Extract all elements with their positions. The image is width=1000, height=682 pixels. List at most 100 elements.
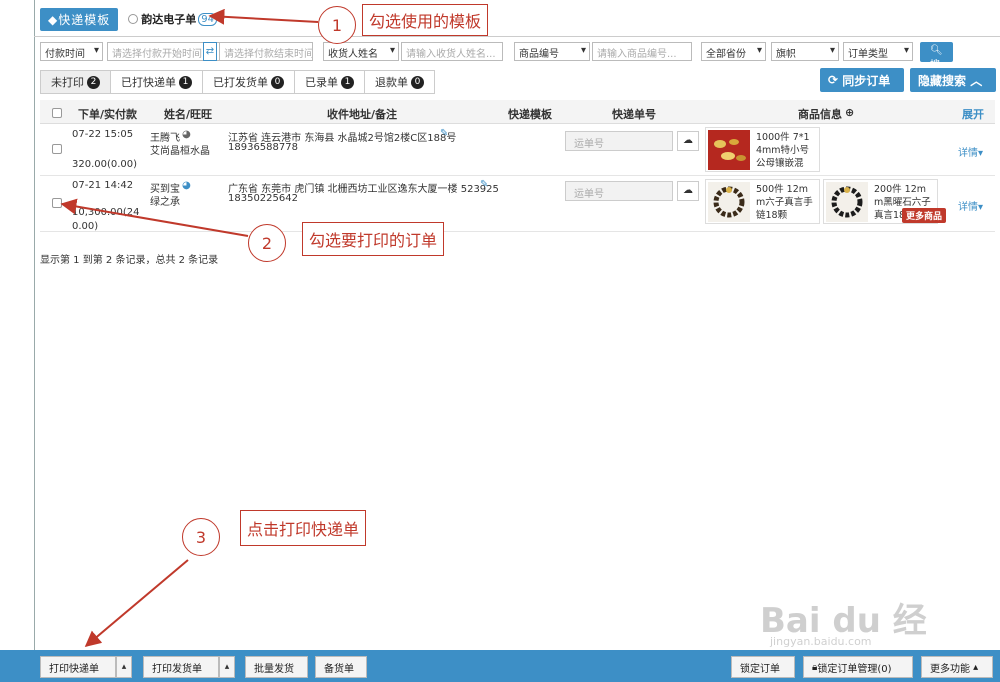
tab-delivery-printed[interactable]: 已打发货单 0 [203,70,295,94]
sync-orders-button[interactable]: ⟳ 同步订单 [820,68,904,92]
tab-label: 已录单 [305,76,338,89]
order-time: 07-21 14:42 [72,180,134,191]
template-name[interactable]: 韵达电子单 [141,11,196,27]
wangwang-icon[interactable]: ◕ [182,129,191,140]
lock-order-button[interactable]: 锁定订单 [731,656,795,678]
order-amount: 10,300.00(240.00) [72,207,140,232]
detail-label: 详情 [958,148,978,159]
table-header: 下单/实付款 姓名/旺旺 收件地址/备注 快递模板 快递单号 商品信息 ⊕ 展开 [40,100,995,124]
detail-label: 详情 [958,202,978,213]
express-template-button[interactable]: ◆快递模板 [40,7,119,31]
pay-end-input[interactable]: 请选择付款结束时间 [219,42,313,61]
receiver-phone: 18350225642 [228,193,298,204]
template-radio[interactable] [128,14,139,24]
cloud-download-icon[interactable]: ☁ [677,131,699,151]
step2-label: 勾选要打印的订单 [302,222,445,256]
print-express-button[interactable]: 打印快递单 [40,656,116,678]
product-image [826,182,868,222]
flag-select[interactable]: 旗帜 [771,42,839,61]
more-functions-button[interactable]: 更多功能 ▴ [921,656,993,678]
step3-circle: 3 [182,518,220,556]
chevron-up-icon: ︿ [966,73,983,88]
product-code-input[interactable]: 请输入商品编号... [592,42,692,61]
status-tabs: 未打印 2 已打快递单 1 已打发货单 0 已录单 1 退款单 0 [40,70,435,94]
product-title: 1000件 7*1 4mm特小号 公母镶嵌混 [756,132,810,169]
step1-circle: 1 [318,6,356,44]
buyer-wangwang: 绿之承 [150,197,180,208]
tab-refund[interactable]: 退款单 0 [365,70,435,94]
hide-search-button[interactable]: 隐藏搜索 ︿ [910,68,996,92]
tab-unprinted[interactable]: 未打印 2 [40,70,111,94]
tab-count-badge: 0 [271,75,284,89]
tab-count-badge: 1 [179,75,192,89]
header-name: 姓名/旺旺 [164,108,213,121]
order-type-select[interactable]: 订单类型 [843,42,913,61]
detail-link[interactable]: 详情▾ [958,198,983,213]
template-count: 94 [198,12,217,26]
product-image [708,182,750,222]
hide-search-label: 隐藏搜索 [918,73,967,88]
pay-time-select[interactable]: 付款时间 [40,42,103,61]
template-bar: ◆快递模板 韵达电子单 94 [40,7,217,31]
detail-link[interactable]: 详情▾ [958,144,983,159]
edit-icon[interactable]: ✎ [480,179,488,190]
search-button[interactable]: 🔍︎ 搜索 [920,42,953,86]
baidu-watermark: Bai du 经验 jingyan.baidu.com [760,585,960,682]
divider [34,36,1000,37]
row-checkbox[interactable] [52,144,62,154]
print-delivery-button[interactable]: 打印发货单 [143,656,219,678]
tab-label: 已打快递单 [121,76,176,89]
step3-label: 点击打印快递单 [240,510,367,546]
cloud-download-icon[interactable]: ☁ [677,181,699,201]
waybill-input[interactable]: 运单号 [565,181,673,201]
table-row: 07-22 15:05 320.00(0.00) 王腾飞 ◕ 艾尚晶桓水晶 江苏… [40,124,995,176]
product-title: 500件 12m m六子真言手链18颗 [756,184,813,221]
tab-recorded[interactable]: 已录单 1 [295,70,365,94]
product-card[interactable]: 500件 12m m六子真言手链18颗 [705,179,820,224]
lock-manage-label: 锁定订单管理(0) [817,663,892,675]
prepare-list-button[interactable]: 备货单 [315,656,367,678]
tab-count-badge: 1 [341,75,354,89]
caret-down-icon: ▾ [978,148,984,159]
plus-circle-icon[interactable]: ⊕ [845,106,854,119]
header-order-time: 下单/实付款 [78,108,138,121]
product-code-select[interactable]: 商品编号 [514,42,590,61]
table-row: 07-21 14:42 10,300.00(240.00) 买到宝 ◕ 绿之承 … [40,176,995,232]
province-select[interactable]: 全部省份 [701,42,766,61]
tab-express-printed[interactable]: 已打快递单 1 [111,70,203,94]
waybill-input[interactable]: 运单号 [565,131,673,151]
expand-all-link[interactable]: 展开 [962,106,984,122]
tab-label: 已打发货单 [213,76,268,89]
record-summary: 显示第 1 到第 2 条记录，总共 2 条记录 [40,255,219,266]
tab-count-badge: 0 [411,75,424,89]
more-products-badge[interactable]: 更多商品 [902,208,947,223]
caret-down-icon: ▾ [978,202,984,213]
lock-manage-button[interactable]: 🔒︎ 锁定订单管理(0) [803,656,913,678]
wangwang-icon[interactable]: ◕ [182,180,191,191]
batch-ship-button[interactable]: 批量发货 [245,656,308,678]
row-checkbox[interactable] [52,198,62,208]
sync-label: 同步订单 [842,73,891,88]
header-product: 商品信息 [798,108,842,121]
watermark-url: jingyan.baidu.com [770,635,872,648]
product-image [708,130,750,170]
main-panel [34,0,1000,650]
tab-label: 退款单 [375,76,408,89]
caret-up-icon: ▴ [970,661,979,673]
step1-label: 勾选使用的模板 [362,4,489,36]
header-address: 收件地址/备注 [327,108,398,121]
receiver-input[interactable]: 请输入收货人姓名... [401,42,503,61]
receiver-select[interactable]: 收货人姓名 [323,42,399,61]
refresh-icon: ⟳ [828,73,843,87]
edit-icon[interactable]: ✎ [440,128,448,139]
order-amount: 320.00(0.00) [72,159,138,170]
header-template: 快递模板 [508,108,552,121]
caret-up-icon[interactable]: ▴ [116,656,132,678]
select-all-checkbox[interactable] [52,108,62,118]
product-card[interactable]: 1000件 7*1 4mm特小号 公母镶嵌混 [705,127,820,172]
buyer-wangwang: 艾尚晶桓水晶 [150,146,210,157]
pay-start-input[interactable]: 请选择付款开始时间 [107,42,237,61]
swap-icon[interactable]: ⇄ [203,42,217,61]
express-template-label: 快递模板 [58,12,111,27]
caret-up-icon[interactable]: ▴ [219,656,235,678]
